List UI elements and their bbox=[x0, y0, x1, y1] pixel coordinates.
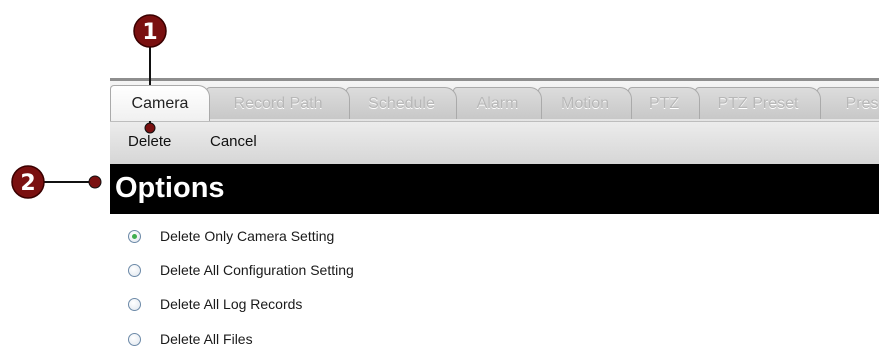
tab-camera[interactable]: Camera bbox=[110, 85, 210, 121]
option-label: Delete All Log Records bbox=[160, 296, 303, 312]
tab-ptz-preset[interactable]: PTZ Preset bbox=[695, 87, 821, 119]
toolbar: Delete Cancel bbox=[110, 121, 879, 165]
tab-record-path[interactable]: Record Path bbox=[206, 87, 350, 119]
tab-bar: Pres PTZ Preset PTZ Motion Alarm Schedul… bbox=[110, 78, 879, 124]
delete-button[interactable]: Delete bbox=[128, 133, 171, 150]
radio-button[interactable] bbox=[128, 263, 141, 277]
callout-1-badge bbox=[133, 14, 167, 48]
callout-2-number: 2 bbox=[20, 171, 35, 196]
radio-button[interactable] bbox=[128, 332, 141, 346]
radio-button[interactable] bbox=[128, 297, 141, 311]
callout-2: 2 bbox=[11, 165, 102, 199]
tab-motion[interactable]: Motion bbox=[538, 87, 632, 119]
option-label: Delete All Configuration Setting bbox=[160, 262, 354, 278]
radio-option-delete-all-files[interactable]: Delete All Files bbox=[128, 327, 253, 351]
callout-2-badge bbox=[11, 165, 45, 199]
radio-option-delete-all-configuration[interactable]: Delete All Configuration Setting bbox=[128, 258, 354, 282]
option-label: Delete All Files bbox=[160, 331, 253, 347]
tab-alarm[interactable]: Alarm bbox=[453, 87, 542, 119]
radio-option-delete-camera-setting[interactable]: Delete Only Camera Setting bbox=[128, 224, 334, 248]
callout-1-number: 1 bbox=[142, 20, 157, 45]
options-header: Options bbox=[110, 164, 879, 214]
option-label: Delete Only Camera Setting bbox=[160, 228, 335, 244]
radio-button-selected[interactable] bbox=[128, 229, 141, 243]
cancel-button[interactable]: Cancel bbox=[210, 133, 257, 150]
tab-schedule[interactable]: Schedule bbox=[346, 87, 457, 119]
radio-option-delete-all-log-records[interactable]: Delete All Log Records bbox=[128, 292, 302, 316]
callout-2-anchor-dot bbox=[88, 175, 102, 189]
tab-ptz[interactable]: PTZ bbox=[628, 87, 700, 119]
tab-pres[interactable]: Pres bbox=[817, 87, 879, 119]
options-title: Options bbox=[115, 172, 225, 204]
